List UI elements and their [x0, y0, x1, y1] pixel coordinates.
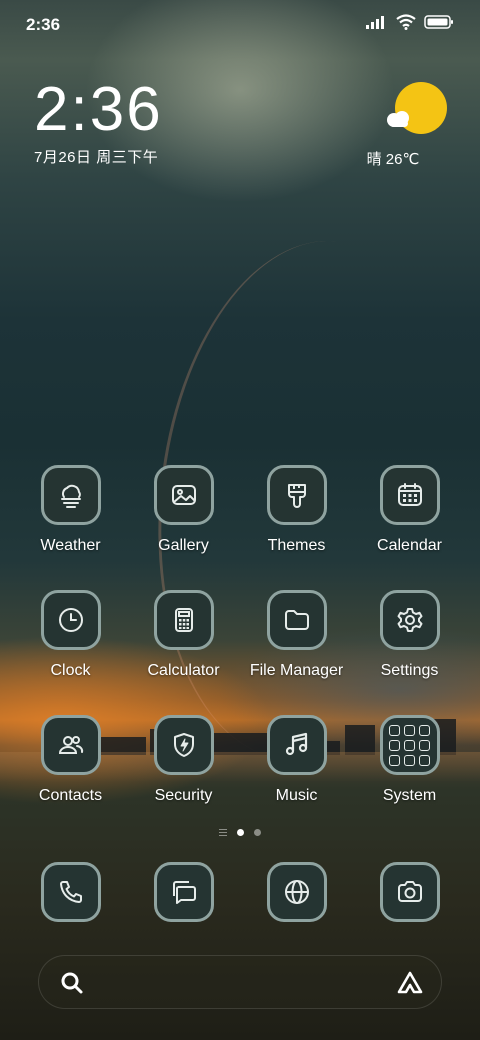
app-label: Calendar [377, 537, 442, 554]
weather-widget[interactable]: 晴 26℃ [367, 82, 447, 169]
search-bar[interactable] [38, 955, 442, 1009]
wifi-icon [396, 14, 416, 35]
app-calendar[interactable]: Calendar [353, 465, 466, 555]
app-label: Music [275, 787, 318, 804]
folder-grid-icon [379, 715, 440, 775]
app-label: Settings [380, 662, 439, 679]
folder-icon [266, 590, 327, 650]
app-gallery[interactable]: Gallery [127, 465, 240, 555]
dock-browser[interactable] [240, 862, 353, 922]
gallery-icon [153, 465, 214, 525]
weather-fog-icon [40, 465, 101, 525]
dock-camera[interactable] [353, 862, 466, 922]
app-label: Gallery [158, 537, 209, 554]
phone-icon [40, 862, 101, 922]
page-dot-active[interactable] [237, 829, 244, 836]
page-dot[interactable] [254, 829, 261, 836]
gear-icon [379, 590, 440, 650]
status-time: 2:36 [26, 15, 61, 34]
app-calculator[interactable]: Calculator [127, 590, 240, 680]
app-file-manager[interactable]: File Manager [240, 590, 353, 680]
app-settings[interactable]: Settings [353, 590, 466, 680]
status-icons [366, 14, 454, 35]
app-label: Themes [267, 537, 326, 554]
contacts-icon [40, 715, 101, 775]
app-contacts[interactable]: Contacts [14, 715, 127, 805]
dock-phone[interactable] [14, 862, 127, 922]
app-label: Clock [50, 662, 91, 679]
clock-widget-date: 7月26日 周三下午 [34, 149, 159, 166]
app-label: Contacts [38, 787, 103, 804]
app-themes[interactable]: Themes [240, 465, 353, 555]
app-system-folder[interactable]: System [353, 715, 466, 805]
music-note-icon [266, 715, 327, 775]
calendar-icon [379, 465, 440, 525]
themes-brush-icon [266, 465, 327, 525]
browser-globe-icon [266, 862, 327, 922]
messages-icon [153, 862, 214, 922]
weather-widget-text: 晴 26℃ [366, 151, 420, 168]
app-label: File Manager [249, 662, 344, 679]
search-icon[interactable] [59, 970, 85, 1001]
page-list-indicator[interactable] [219, 829, 227, 836]
app-security[interactable]: Security [127, 715, 240, 805]
app-label: Calculator [147, 662, 220, 679]
status-bar: 2:36 [0, 0, 480, 50]
battery-icon [424, 15, 454, 34]
clock-widget-time: 2:36 [34, 75, 163, 144]
app-label: Weather [40, 537, 101, 554]
security-shield-icon [153, 715, 214, 775]
clock-widget[interactable]: 2:36 7月26日 周三下午 [34, 78, 163, 167]
app-label: Security [154, 787, 213, 804]
clock-icon [40, 590, 101, 650]
calculator-icon [153, 590, 214, 650]
app-weather[interactable]: Weather [14, 465, 127, 555]
app-music[interactable]: Music [240, 715, 353, 805]
camera-icon [379, 862, 440, 922]
page-indicator[interactable] [0, 829, 480, 836]
app-clock[interactable]: Clock [14, 590, 127, 680]
dock-messages[interactable] [127, 862, 240, 922]
partly-sunny-icon [387, 82, 447, 134]
app-label: System [382, 787, 437, 804]
assistant-icon[interactable] [395, 968, 425, 1003]
signal-icon [366, 15, 388, 34]
